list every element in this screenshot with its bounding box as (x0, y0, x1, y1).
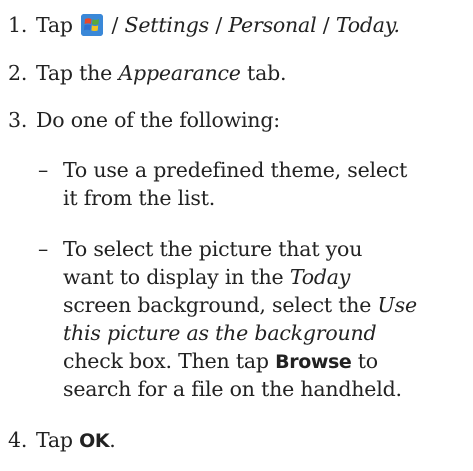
step-1-text: Tap / Settings / Personal / Today. (36, 13, 400, 37)
appearance-tab-name: Appearance (118, 61, 241, 85)
step-3-number: 3. (8, 108, 28, 132)
bullet-2-line-1: To select the picture that you (63, 237, 363, 261)
path-today: Today. (335, 13, 400, 37)
windows-start-icon (81, 14, 104, 36)
bullet-1-line-1: To use a predefined theme, select (63, 158, 408, 182)
bullet-2-line-2-text: want to display in the (63, 265, 284, 289)
bullet-2-line-5: check box. Then tap Browse to (63, 349, 378, 374)
step-2-lead: Tap the (36, 61, 113, 85)
step-3-text: Do one of the following: (36, 108, 280, 132)
path-settings: Settings (124, 13, 210, 37)
step-4-text: Tap OK. (36, 428, 116, 453)
step-1-tap: Tap (36, 13, 73, 37)
path-personal: Personal (228, 13, 317, 37)
bullet-2-line-5-text: check box. Then tap (63, 349, 269, 373)
bullet-2-line-6: search for a file on the handheld. (63, 377, 402, 401)
step-2-number: 2. (8, 61, 28, 85)
bullet-2-line-3-text: screen background, select the (63, 293, 372, 317)
instructions-document: 1. Tap / Settings / Personal / Today. 2.… (0, 0, 473, 471)
step-2-tail: tab. (247, 61, 287, 85)
today-screen-name: Today (289, 265, 351, 289)
bullet-1-line-2: it from the list. (63, 186, 216, 210)
step-4-tap: Tap (36, 428, 73, 452)
ok-button-name: OK (79, 430, 110, 452)
browse-button-name: Browse (275, 351, 352, 373)
bullet-2-line-2: want to display in the Today (63, 265, 350, 289)
use-picture-option-rest: this picture as the background (63, 321, 377, 345)
step-2-text: Tap the Appearance tab. (36, 61, 287, 85)
step-1-number: 1. (8, 13, 28, 37)
bullet-2-line-3: screen background, select the Use (63, 293, 417, 317)
bullet-2-line-5-tail: to (357, 349, 378, 373)
path-separator: / (322, 13, 330, 37)
bullet-2-line-4: this picture as the background (63, 321, 377, 345)
bullet-dash: – (38, 237, 49, 261)
step-4-period: . (109, 428, 116, 452)
path-separator: / (111, 13, 119, 37)
bullet-dash: – (38, 158, 49, 182)
path-separator: / (215, 13, 223, 37)
step-4-number: 4. (8, 428, 28, 452)
use-picture-option-start: Use (377, 293, 418, 317)
